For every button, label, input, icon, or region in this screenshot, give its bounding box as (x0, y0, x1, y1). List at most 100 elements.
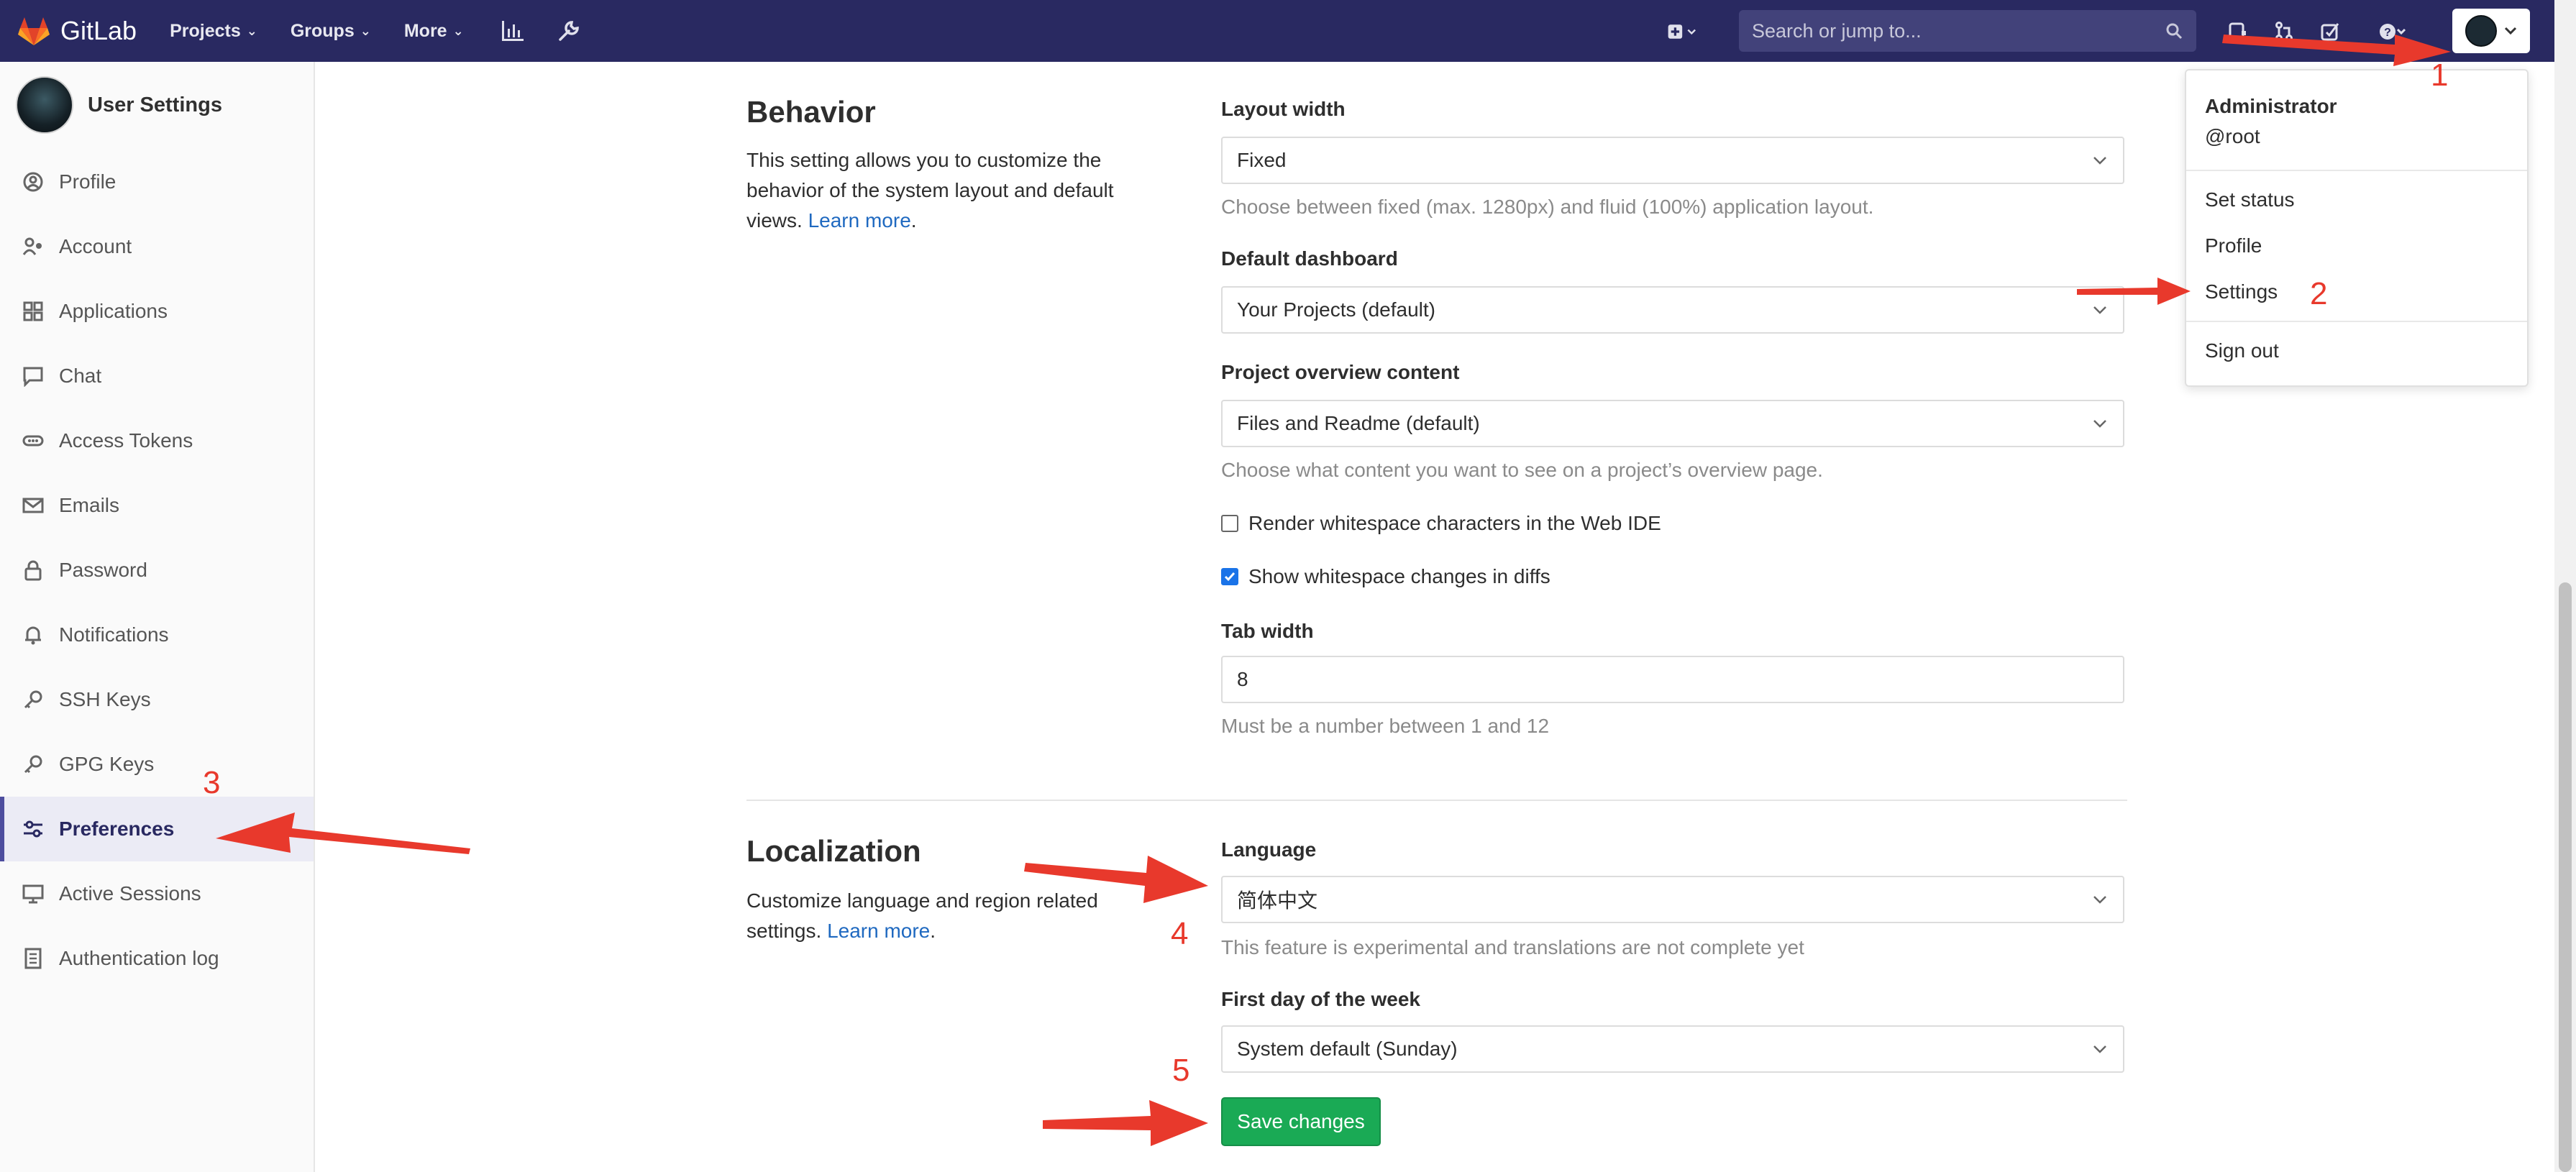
brand-name: GitLab (60, 16, 137, 45)
sidebar-item-preferences[interactable]: Preferences (0, 797, 314, 861)
settings-sidebar: User Settings Profile Account Applicatio… (0, 62, 315, 1172)
behavior-desc-line: This setting allows you to customize the (746, 149, 1102, 171)
nav-groups-dropdown[interactable]: Groups ⌄ (291, 21, 371, 42)
localization-desc-prefix: settings. (746, 920, 828, 942)
show-whitespace-row: Show whitespace changes in diffs (1221, 565, 1550, 588)
behavior-desc-line: views. Learn more. (746, 209, 917, 232)
sidebar-item-label: Notifications (59, 623, 169, 646)
annotation-number-1: 1 (2431, 58, 2449, 93)
nav-more-label: More (403, 20, 447, 41)
menu-item-sign-out[interactable]: Sign out (2205, 339, 2279, 362)
nav-projects-label: Projects (170, 20, 241, 41)
merge-request-icon (2275, 22, 2293, 42)
menu-item-profile[interactable]: Profile (2205, 234, 2262, 257)
search-placeholder: Search or jump to... (1752, 19, 1922, 42)
plus-square-icon (1668, 24, 1696, 39)
sidebar-item-active-sessions[interactable]: Active Sessions (0, 861, 314, 926)
default-dashboard-select[interactable]: Your Projects (default) (1221, 286, 2124, 334)
render-whitespace-label: Render whitespace characters in the Web … (1248, 512, 1661, 534)
sidebar-item-label: SSH Keys (59, 688, 151, 710)
chevron-down-icon: ⌄ (246, 23, 257, 38)
layout-width-select[interactable]: Fixed (1221, 137, 2124, 184)
language-label: Language (1221, 838, 1317, 861)
new-item-dropdown[interactable] (1667, 16, 1699, 47)
chevron-down-icon (2091, 1040, 2109, 1058)
sidebar-title: User Settings (88, 93, 222, 116)
behavior-learn-more-link[interactable]: Learn more (808, 209, 911, 232)
render-whitespace-row: Render whitespace characters in the Web … (1221, 512, 1661, 535)
project-overview-value: Files and Readme (default) (1237, 412, 1480, 434)
checkmark-icon (1224, 572, 1236, 582)
chevron-down-icon (2091, 891, 2109, 908)
layout-width-help: Choose between fixed (max. 1280px) and f… (1221, 196, 1874, 218)
layout-width-value: Fixed (1237, 149, 1287, 171)
todo-check-icon (2321, 23, 2339, 41)
nav-groups-label: Groups (290, 20, 355, 41)
save-changes-button[interactable]: Save changes (1221, 1097, 1381, 1146)
applications-icon (22, 300, 45, 323)
sidebar-item-profile[interactable]: Profile (0, 150, 314, 214)
gitlab-home-link[interactable]: GitLab (17, 15, 137, 47)
annotation-number-3: 3 (203, 765, 221, 800)
activity-chart-button[interactable] (497, 15, 529, 47)
section-divider (746, 800, 2127, 801)
sidebar-item-applications[interactable]: Applications (0, 279, 314, 344)
annotation-number-5: 5 (1172, 1053, 1190, 1088)
sidebar-item-account[interactable]: Account (0, 214, 314, 279)
menu-divider (2186, 170, 2527, 171)
scrollbar-thumb[interactable] (2559, 582, 2572, 1172)
sidebar-item-label: Active Sessions (59, 882, 201, 905)
localization-learn-more-link[interactable]: Learn more (827, 920, 930, 942)
sidebar-item-ssh-keys[interactable]: SSH Keys (0, 667, 314, 732)
language-help: This feature is experimental and transla… (1221, 936, 1804, 958)
annotation-number-4: 4 (1171, 916, 1189, 951)
sidebar-header: User Settings (16, 76, 222, 134)
chevron-down-icon (2504, 27, 2517, 35)
show-whitespace-checkbox[interactable] (1221, 568, 1238, 585)
menu-item-settings[interactable]: Settings (2205, 280, 2278, 303)
user-avatar-dropdown[interactable] (2452, 9, 2530, 53)
nav-more-dropdown[interactable]: More ⌄ (404, 21, 464, 42)
localization-description: Customize language and region related se… (746, 886, 1098, 946)
sidebar-item-label: Authentication log (59, 947, 219, 969)
sidebar-item-label: Access Tokens (59, 429, 193, 452)
bell-icon (22, 623, 45, 646)
project-overview-label: Project overview content (1221, 361, 1460, 383)
render-whitespace-checkbox[interactable] (1221, 515, 1238, 532)
tab-width-input[interactable] (1221, 656, 2124, 703)
wrench-icon (558, 21, 579, 41)
chevron-down-icon (2091, 301, 2109, 319)
language-select[interactable]: 简体中文 (1221, 876, 2124, 923)
behavior-title: Behavior (746, 95, 876, 129)
first-day-select[interactable]: System default (Sunday) (1221, 1025, 2124, 1073)
sidebar-item-password[interactable]: Password (0, 538, 314, 603)
todos-button[interactable] (2314, 16, 2346, 47)
issues-button[interactable] (2222, 16, 2254, 47)
bar-chart-icon (501, 21, 524, 41)
chevron-down-icon: ⌄ (452, 23, 464, 38)
show-whitespace-label: Show whitespace changes in diffs (1248, 565, 1550, 587)
lock-icon (22, 559, 45, 582)
email-icon (22, 494, 45, 517)
project-overview-select[interactable]: Files and Readme (default) (1221, 400, 2124, 447)
localization-desc-line: settings. Learn more. (746, 920, 936, 942)
project-overview-help: Choose what content you want to see on a… (1221, 459, 1823, 481)
key-icon (22, 688, 45, 711)
gitlab-logo-icon (18, 17, 50, 45)
account-icon (22, 235, 45, 258)
sidebar-item-notifications[interactable]: Notifications (0, 603, 314, 667)
sidebar-item-emails[interactable]: Emails (0, 473, 314, 538)
sidebar-item-access-tokens[interactable]: Access Tokens (0, 408, 314, 473)
admin-area-button[interactable] (553, 15, 585, 47)
sidebar-item-authentication-log[interactable]: Authentication log (0, 926, 314, 991)
help-dropdown[interactable]: ? (2376, 16, 2408, 47)
chat-icon (22, 365, 45, 388)
merge-requests-button[interactable] (2268, 16, 2300, 47)
menu-item-set-status[interactable]: Set status (2205, 188, 2295, 211)
sidebar-item-gpg-keys[interactable]: GPG Keys (0, 732, 314, 797)
sidebar-item-label: Password (59, 559, 147, 581)
sidebar-item-label: GPG Keys (59, 753, 155, 775)
search-input[interactable]: Search or jump to... (1739, 10, 2196, 52)
sidebar-item-chat[interactable]: Chat (0, 344, 314, 408)
nav-projects-dropdown[interactable]: Projects ⌄ (170, 21, 257, 42)
